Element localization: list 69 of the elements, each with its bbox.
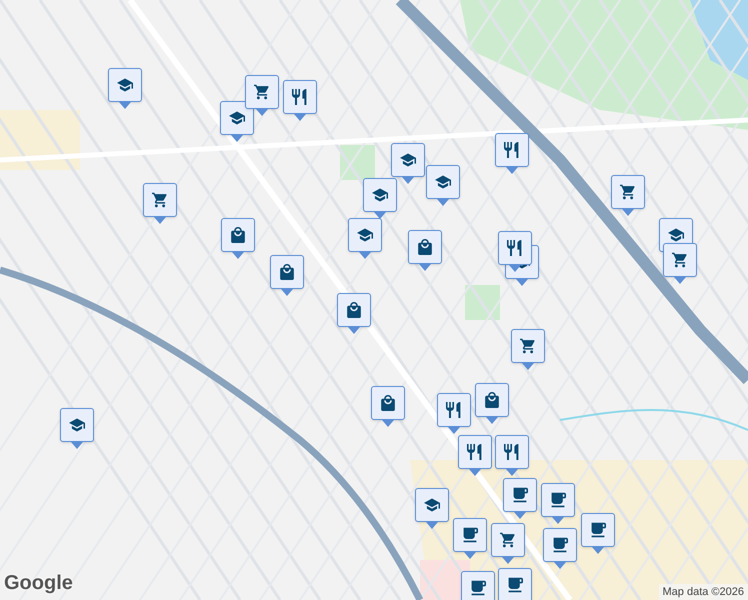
shopping-cart-icon xyxy=(672,252,688,268)
coffee-cup-icon xyxy=(507,577,523,593)
google-logo: Google xyxy=(4,571,73,596)
shopping-bag-icon xyxy=(230,227,246,243)
map-marker[interactable] xyxy=(498,568,532,600)
coffee-cup-icon xyxy=(552,537,568,553)
map-marker[interactable] xyxy=(503,478,537,519)
fork-knife-icon xyxy=(504,444,520,460)
map-marker[interactable] xyxy=(461,571,495,600)
map-marker[interactable] xyxy=(498,231,532,272)
shopping-bag-icon xyxy=(380,395,396,411)
map-marker[interactable] xyxy=(363,178,397,219)
shopping-bag-icon xyxy=(346,302,362,318)
map-marker[interactable] xyxy=(270,255,304,296)
map-marker[interactable] xyxy=(220,101,254,142)
map-marker[interactable] xyxy=(337,293,371,334)
map-marker[interactable] xyxy=(511,329,545,370)
graduation-cap-icon xyxy=(435,174,451,190)
map-marker[interactable] xyxy=(391,143,425,184)
graduation-cap-icon xyxy=(372,187,388,203)
map-marker[interactable] xyxy=(408,230,442,271)
coffee-cup-icon xyxy=(512,487,528,503)
map-marker[interactable] xyxy=(108,68,142,109)
map-marker[interactable] xyxy=(458,435,492,476)
coffee-cup-icon xyxy=(470,580,486,596)
map-attribution: Map data ©2026 xyxy=(658,584,748,600)
map-marker[interactable] xyxy=(60,408,94,449)
shopping-cart-icon xyxy=(500,532,516,548)
fork-knife-icon xyxy=(446,402,462,418)
map-marker[interactable] xyxy=(371,386,405,427)
map-marker[interactable] xyxy=(495,435,529,476)
fork-knife-icon xyxy=(467,444,483,460)
graduation-cap-icon xyxy=(357,227,373,243)
map-marker[interactable] xyxy=(426,165,460,206)
shopping-bag-icon xyxy=(279,264,295,280)
graduation-cap-icon xyxy=(117,77,133,93)
map-marker[interactable] xyxy=(475,383,509,424)
map-marker[interactable] xyxy=(348,218,382,259)
map-marker[interactable] xyxy=(543,528,577,569)
fork-knife-icon xyxy=(292,89,308,105)
shopping-bag-icon xyxy=(484,392,500,408)
map-marker[interactable] xyxy=(437,393,471,434)
graduation-cap-icon xyxy=(400,152,416,168)
map-marker[interactable] xyxy=(611,175,645,216)
map-marker[interactable] xyxy=(541,483,575,524)
graduation-cap-icon xyxy=(229,110,245,126)
map-marker[interactable] xyxy=(491,523,525,564)
graduation-cap-icon xyxy=(424,497,440,513)
graduation-cap-icon xyxy=(668,227,684,243)
coffee-cup-icon xyxy=(590,522,606,538)
map-marker[interactable] xyxy=(453,518,487,559)
map-marker[interactable] xyxy=(581,513,615,554)
map-marker[interactable] xyxy=(663,243,697,284)
map-marker[interactable] xyxy=(245,75,279,116)
coffee-cup-icon xyxy=(550,492,566,508)
map-marker[interactable] xyxy=(221,218,255,259)
fork-knife-icon xyxy=(504,142,520,158)
shopping-bag-icon xyxy=(417,239,433,255)
shopping-cart-icon xyxy=(152,192,168,208)
graduation-cap-icon xyxy=(69,417,85,433)
map-marker[interactable] xyxy=(143,183,177,224)
coffee-cup-icon xyxy=(462,527,478,543)
map-marker[interactable] xyxy=(283,80,317,121)
shopping-cart-icon xyxy=(254,84,270,100)
shopping-cart-icon xyxy=(520,338,536,354)
shopping-cart-icon xyxy=(620,184,636,200)
map-marker[interactable] xyxy=(415,488,449,529)
fork-knife-icon xyxy=(507,240,523,256)
map-marker[interactable] xyxy=(495,133,529,174)
